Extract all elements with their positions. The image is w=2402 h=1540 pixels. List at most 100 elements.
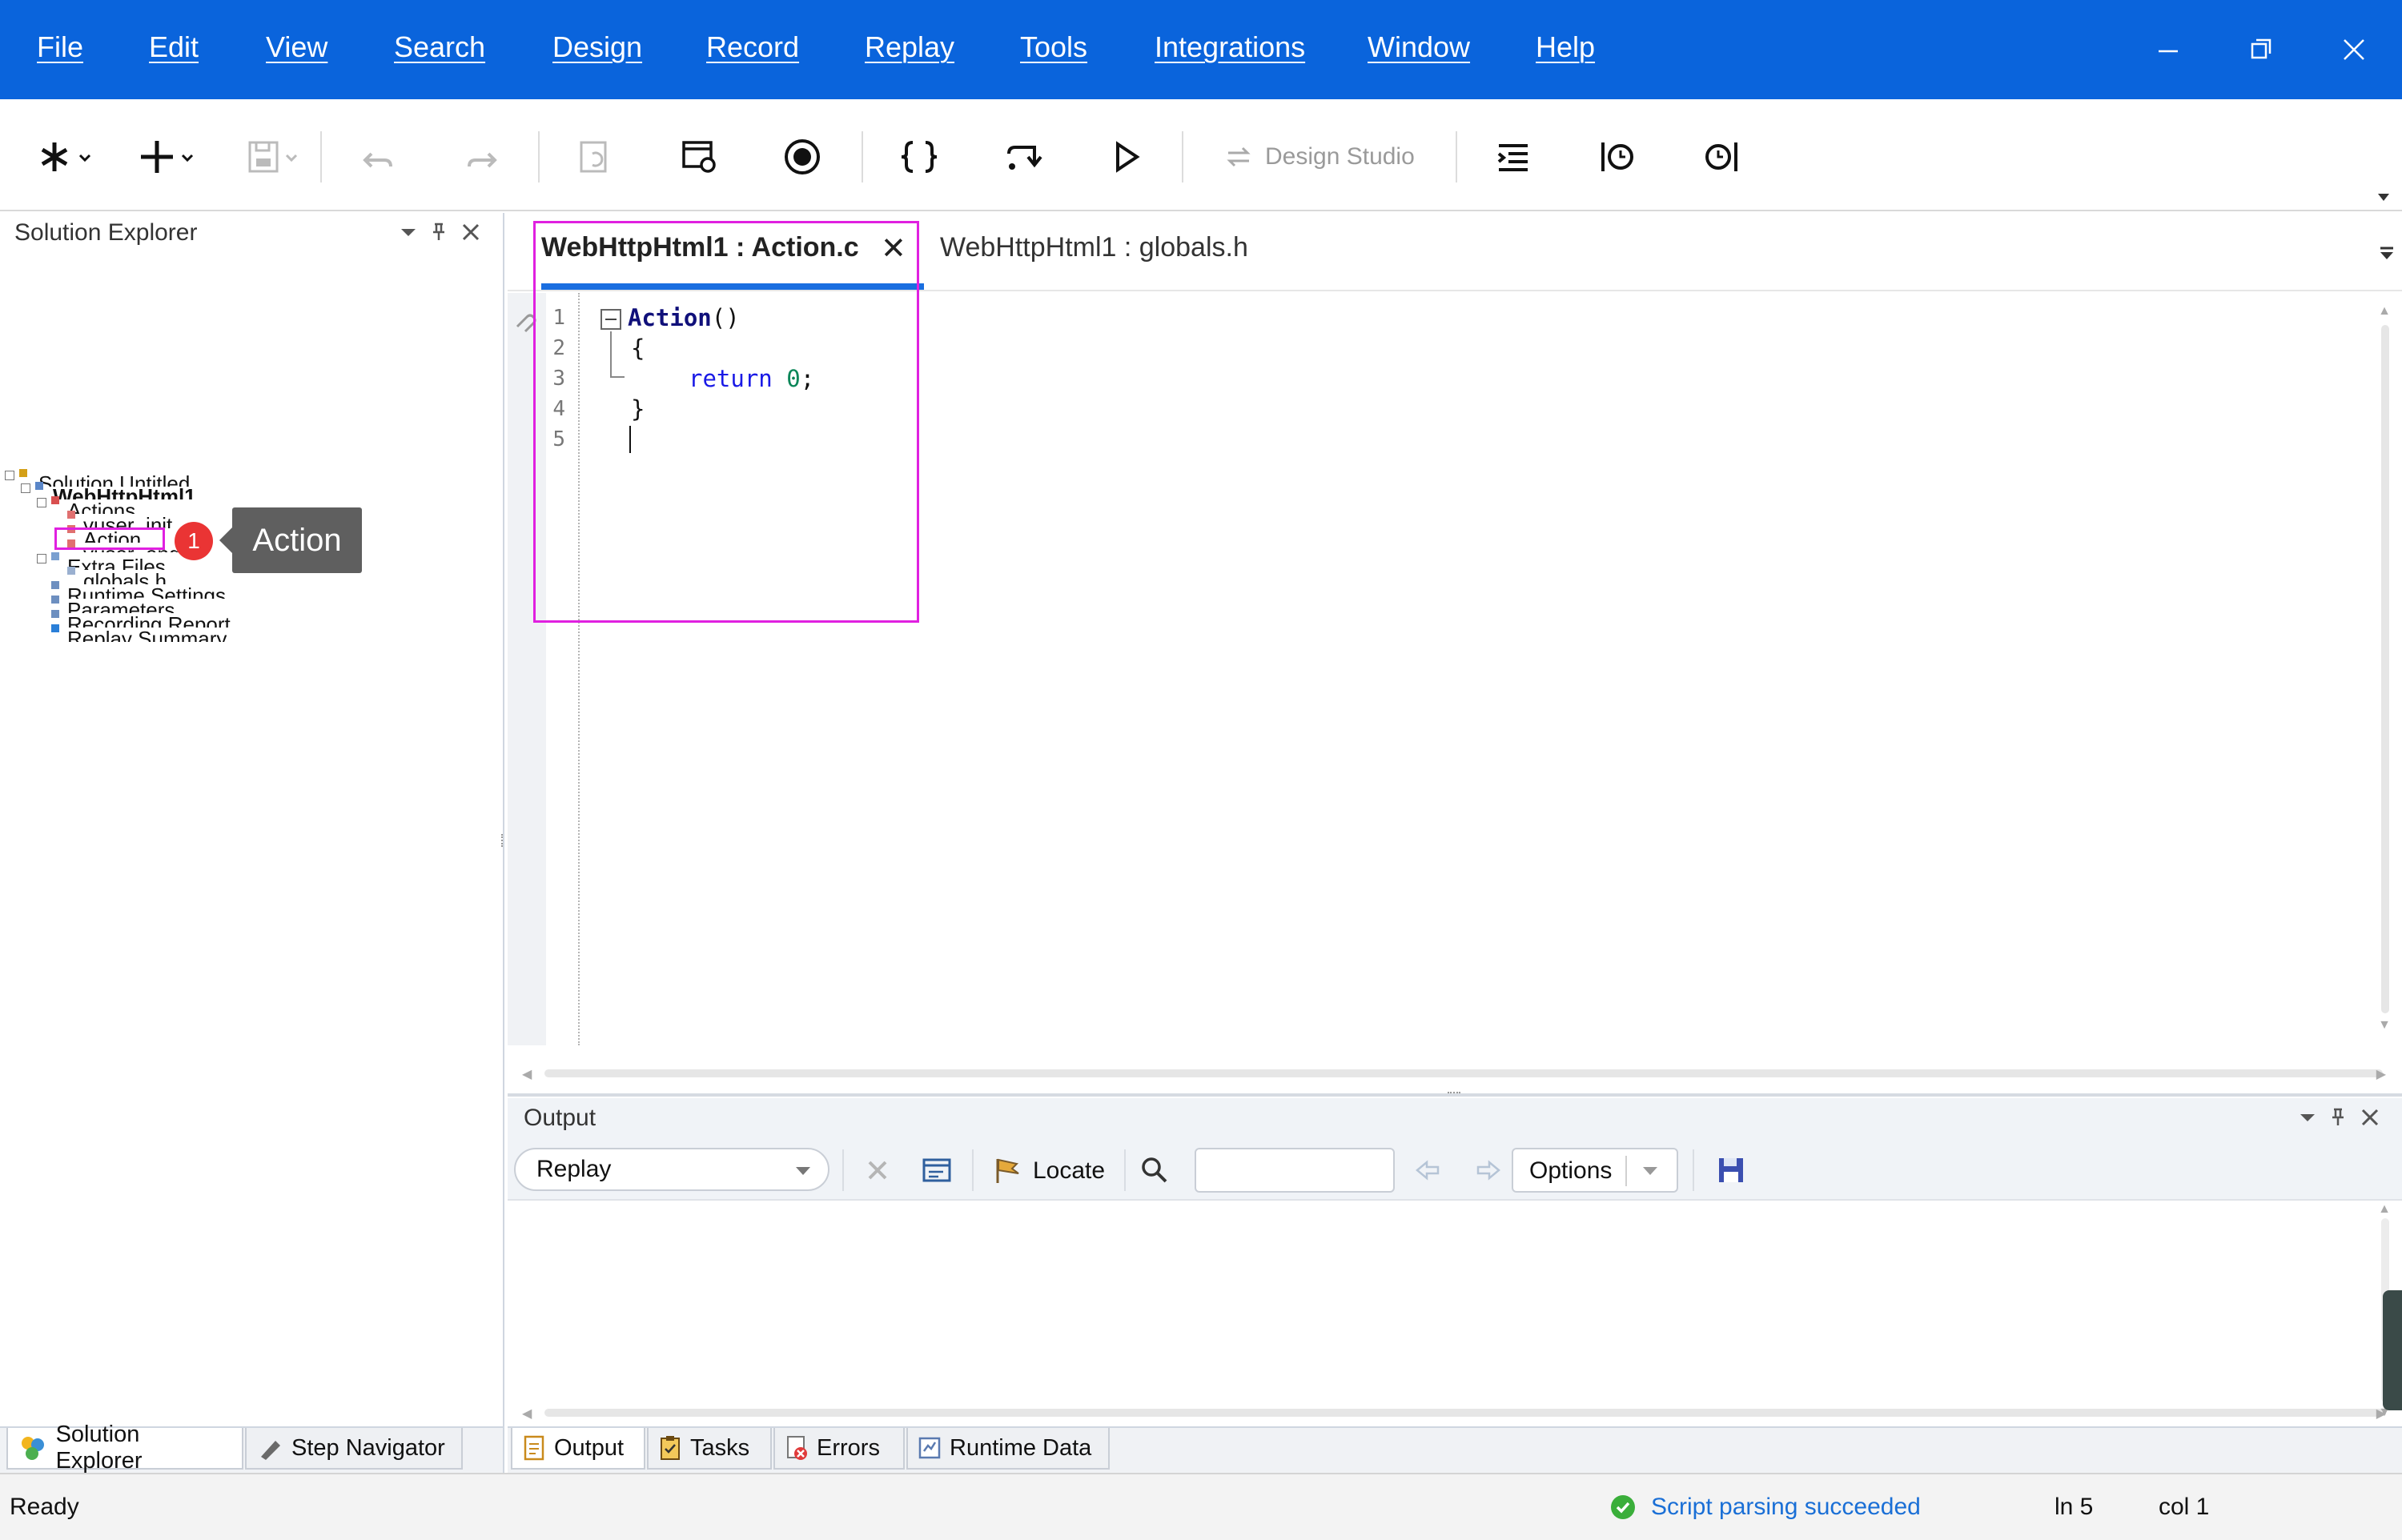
tree-parameters[interactable]: Parameters <box>67 599 175 613</box>
close-pane-icon[interactable] <box>2359 1106 2381 1129</box>
pane-menu-icon[interactable] <box>2296 1106 2319 1129</box>
design-studio-button[interactable]: Design Studio <box>1222 131 1427 182</box>
close-pane-icon[interactable] <box>460 221 482 243</box>
menu-record[interactable]: Record <box>706 30 799 64</box>
parameters-icon <box>51 596 59 604</box>
replay-button[interactable] <box>1103 131 1148 182</box>
chevron-down-icon <box>796 1167 810 1175</box>
step-over-icon <box>1007 146 1042 170</box>
locate-button[interactable]: Locate <box>1033 1157 1105 1185</box>
menu-edit[interactable]: Edit <box>149 30 199 64</box>
collapse-icon[interactable] <box>5 471 14 480</box>
regenerate-button[interactable] <box>573 131 618 182</box>
steps-button[interactable] <box>897 131 942 182</box>
menu-integrations[interactable]: Integrations <box>1155 30 1305 64</box>
tab-tasks[interactable]: Tasks <box>647 1428 772 1470</box>
new-script-button[interactable] <box>35 131 99 182</box>
tree-script[interactable]: WebHttpHtml1 <box>53 485 196 499</box>
tree-extra-files[interactable]: Extra Files <box>67 555 166 570</box>
collapse-icon[interactable] <box>21 483 30 493</box>
menu-window[interactable]: Window <box>1368 30 1470 64</box>
tree-globals-h[interactable]: globals.h <box>83 570 167 584</box>
tree-runtime-settings[interactable]: Runtime Settings <box>67 584 226 599</box>
tree-recording-report[interactable]: Recording Report <box>67 613 231 628</box>
scroll-up-icon[interactable]: ▲ <box>2378 1202 2391 1217</box>
options-label: Options <box>1529 1157 1613 1184</box>
transaction-end-button[interactable] <box>1699 131 1744 182</box>
scroll-left-icon[interactable]: ◀ <box>522 1406 532 1422</box>
redo-button[interactable] <box>458 131 503 182</box>
editor-horizontal-scrollbar[interactable] <box>544 1069 2383 1077</box>
menu-search[interactable]: Search <box>394 30 485 64</box>
output-content[interactable]: ▲ ▼ <box>508 1202 2402 1426</box>
tab-step-navigator[interactable]: Step Navigator <box>245 1428 463 1470</box>
tab-globals-h[interactable]: WebHttpHtml1 : globals.h <box>940 232 1248 263</box>
toolbar-separator <box>1124 1149 1126 1191</box>
find-next-icon[interactable] <box>1472 1154 1504 1186</box>
options-button[interactable]: Options <box>1512 1148 1678 1193</box>
menu-view[interactable]: View <box>266 30 327 64</box>
locate-flag-icon[interactable] <box>991 1154 1023 1186</box>
output-search-input[interactable] <box>1195 1148 1395 1193</box>
scroll-down-icon[interactable]: ▼ <box>2378 1018 2391 1033</box>
splitter-grip[interactable] <box>1448 1092 1460 1097</box>
output-horizontal-scrollbar[interactable] <box>544 1409 2383 1417</box>
menu-file[interactable]: File <box>37 30 83 64</box>
runtime-data-icon <box>918 1437 941 1459</box>
tree-actions[interactable]: Actions <box>67 499 135 514</box>
search-icon[interactable] <box>1139 1154 1171 1186</box>
menu-help[interactable]: Help <box>1536 30 1595 64</box>
scroll-left-icon[interactable]: ◀ <box>522 1066 532 1082</box>
vertical-splitter[interactable] <box>501 834 506 847</box>
pane-menu-icon[interactable] <box>397 221 420 243</box>
tree-replay-summary[interactable]: Replay Summary <box>67 628 227 642</box>
restore-icon[interactable] <box>2242 30 2280 69</box>
close-window-icon[interactable] <box>2335 30 2373 69</box>
output-title: Output <box>524 1105 596 1131</box>
chevron-down-icon[interactable] <box>1643 1167 1657 1175</box>
menu-design[interactable]: Design <box>552 30 642 64</box>
menu-tools[interactable]: Tools <box>1020 30 1087 64</box>
transaction-end-icon <box>1705 142 1737 171</box>
scroll-right-icon[interactable]: ▶ <box>2376 1066 2386 1082</box>
record-button[interactable] <box>780 131 825 182</box>
toolbar-separator <box>862 131 863 182</box>
output-source-select[interactable]: Replay <box>514 1148 829 1191</box>
clear-output-icon[interactable] <box>862 1154 894 1186</box>
tree-vuser-init[interactable]: vuser_init <box>83 514 172 528</box>
minimize-icon[interactable] <box>2149 30 2187 69</box>
tab-errors[interactable]: Errors <box>773 1428 905 1470</box>
indent-button[interactable] <box>1491 131 1536 182</box>
design-studio-icon <box>1227 146 1251 167</box>
find-previous-icon[interactable] <box>1412 1154 1444 1186</box>
save-button[interactable] <box>242 131 306 182</box>
menu-replay[interactable]: Replay <box>865 30 954 64</box>
compile-button[interactable] <box>1001 131 1046 182</box>
pin-icon[interactable] <box>2327 1106 2349 1129</box>
pin-icon[interactable] <box>428 221 450 243</box>
editor-vertical-scrollbar[interactable] <box>2381 325 2389 1013</box>
toolbar-overflow-icon[interactable] <box>2378 194 2389 201</box>
collapse-icon[interactable] <box>37 498 46 507</box>
tab-overflow-icon[interactable] <box>2378 245 2396 263</box>
wrap-text-icon[interactable] <box>921 1154 953 1186</box>
save-output-icon[interactable] <box>1715 1154 1747 1186</box>
tab-output[interactable]: Output <box>511 1428 645 1470</box>
cursor-line: ln 5 <box>2055 1494 2094 1520</box>
check-circle-icon <box>1611 1495 1635 1519</box>
tab-solution-explorer[interactable]: Solution Explorer <box>6 1422 243 1474</box>
transaction-start-icon <box>1601 142 1633 171</box>
add-button[interactable] <box>136 131 200 182</box>
tab-runtime-data[interactable]: Runtime Data <box>906 1428 1110 1470</box>
solution-tree: Solution Untitled WebHttpHtml1 Actions v… <box>0 253 503 645</box>
transaction-start-button[interactable] <box>1595 131 1640 182</box>
side-panel-handle[interactable] <box>2383 1290 2402 1410</box>
tab-step-navigator-label: Step Navigator <box>291 1434 445 1461</box>
collapse-icon[interactable] <box>37 554 46 563</box>
snapshot-button[interactable] <box>677 131 722 182</box>
errors-icon <box>787 1436 807 1460</box>
scroll-up-icon[interactable]: ▲ <box>2378 304 2391 319</box>
scroll-right-icon[interactable]: ▶ <box>2376 1406 2386 1422</box>
parse-status-link[interactable]: Script parsing succeeded <box>1651 1494 1921 1521</box>
undo-button[interactable] <box>357 131 402 182</box>
